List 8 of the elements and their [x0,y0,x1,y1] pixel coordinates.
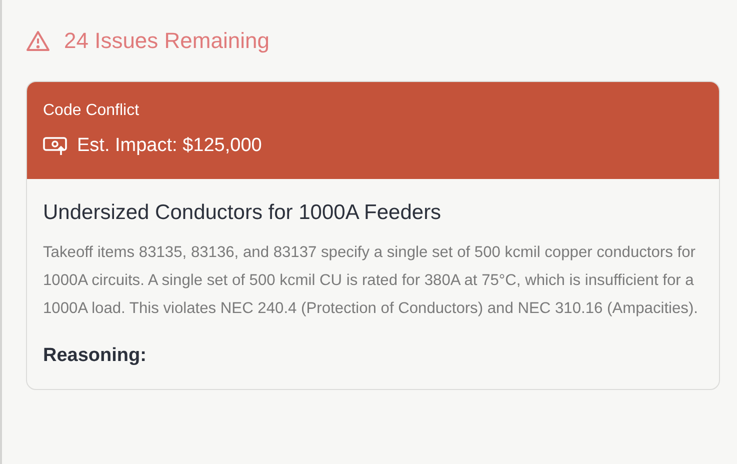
issue-description: Takeoff items 83135, 83136, and 83137 specify a single set of 500 kcmil copper conductors for 1000A circuits. A single set of 500 kcmil CU is rated for 380A at 75°C, which is insufficient for a 1000A load. This violates NEC 240.4 (Protection of Conductors) and NEC 310.16 (Ampacities). [43,243,699,319]
estimated-impact: Est. Impact: $125,000 [77,135,262,157]
issue-category: Code Conflict [43,102,140,120]
warning-icon [26,30,50,52]
section-heading: Reasoning: [43,345,148,367]
issue-title: Undersized Conductors for 1000A Feeders [43,201,442,225]
money-icon [43,136,69,156]
issues-remaining-count: 24 Issues Remaining [64,28,270,54]
